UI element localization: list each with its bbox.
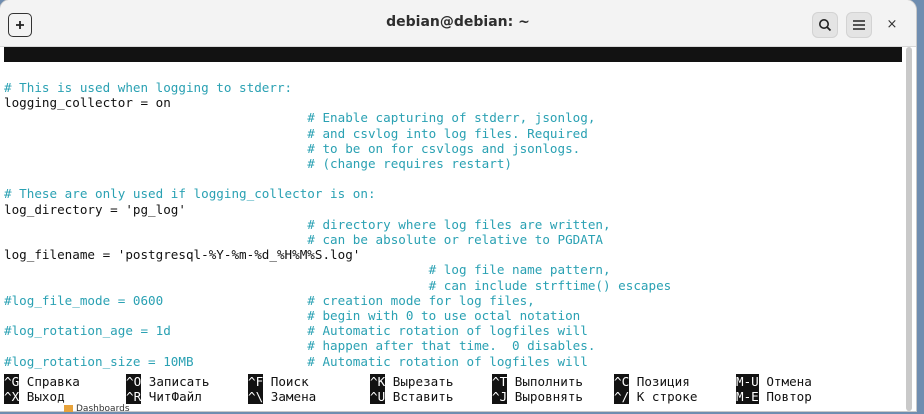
- window-title: debian@debian: ~: [386, 14, 530, 30]
- shortcut-key: ^/: [614, 389, 630, 404]
- background-window-item: Dashboards: [64, 404, 130, 414]
- shortcut-item: ^C Позиция: [614, 374, 690, 389]
- shortcut-key: M-E: [736, 389, 759, 404]
- editor-line[interactable]: #log_rotation_age = 1d # Automatic rotat…: [4, 323, 588, 338]
- shortcut-label: Справка: [19, 374, 80, 389]
- comment-text: # begin with 0 to use octal notation: [307, 308, 581, 323]
- comment-text: # directory where log files are written,: [307, 216, 611, 232]
- shortcut-item: M-E Повтор: [736, 389, 812, 404]
- shortcut-key: ^R: [126, 389, 142, 404]
- comment-text: #log_rotation_size = 10MB # Automatic ro…: [4, 353, 588, 369]
- shortcut-item: ^K Вырезать: [370, 374, 454, 389]
- search-button[interactable]: [812, 12, 838, 38]
- shortcut-key: ^X: [4, 389, 20, 404]
- editor-line[interactable]: # to be on for csvlogs and jsonlogs.: [4, 141, 580, 156]
- shortcut-label: Замена: [263, 389, 317, 404]
- comment-text: # happen after that time. 0 disables.: [307, 338, 596, 354]
- editor-line[interactable]: # begin with 0 to use octal notation: [4, 308, 580, 323]
- shortcut-label: Выровнять: [507, 389, 583, 404]
- shortcut-key: ^F: [248, 374, 264, 389]
- comment-text: # Enable capturing of stderr, jsonlog,: [307, 110, 596, 126]
- editor-line[interactable]: log_filename = 'postgresql-%Y-%m-%d_%H%M…: [4, 247, 360, 262]
- comment-text: # to be on for csvlogs and jsonlogs.: [307, 140, 581, 156]
- comment-text: # These are only used if logging_collect…: [4, 186, 376, 202]
- editor-line[interactable]: # (change requires restart): [4, 156, 512, 171]
- shortcut-label: Позиция: [629, 374, 690, 389]
- shortcut-label: Поиск: [263, 374, 309, 389]
- shortcut-item: ^/ К строке: [614, 389, 698, 404]
- comment-text: # can be absolute or relative to PGDATA: [307, 232, 603, 247]
- editor-line[interactable]: # happen after that time. 0 disables.: [4, 338, 595, 353]
- editor-line[interactable]: #log_file_mode = 0600 # creation mode fo…: [4, 293, 535, 308]
- terminal-area[interactable]: GNU nano 8.3 /etc/postgresql/17/main/pos…: [0, 47, 916, 411]
- comment-text: #log_file_mode = 0600 # creation mode fo…: [4, 292, 535, 308]
- editor-line[interactable]: # can include strftime() escapes: [4, 277, 672, 293]
- shortcut-key: M-U: [736, 374, 759, 389]
- shortcut-label: Выполнить: [507, 374, 583, 389]
- shortcut-key: ^C: [614, 374, 630, 389]
- shortcut-item: ^O Записать: [126, 374, 210, 389]
- shortcut-item: ^J Выровнять: [492, 389, 583, 404]
- comment-text: # can include strftime() escapes: [428, 277, 672, 293]
- shortcut-label: Записать: [141, 374, 210, 389]
- nano-version: GNU nano 8.3: [16, 62, 107, 77]
- shortcut-key: ^K: [370, 374, 386, 389]
- shortcut-key: ^G: [4, 374, 20, 389]
- scrollbar-thumb[interactable]: [906, 47, 912, 411]
- editor-line[interactable]: # Enable capturing of stderr, jsonlog,: [4, 110, 595, 125]
- shortcut-key: ^J: [492, 389, 508, 404]
- shortcut-item: ^\ Замена: [248, 389, 317, 404]
- comment-text: #log_rotation_age = 1d # Automatic rotat…: [4, 323, 588, 339]
- nano-filename: /etc/postgresql/17/main/postgresql.conf: [331, 77, 627, 92]
- shortcut-label: Вырезать: [385, 374, 454, 389]
- shortcut-item: ^G Справка: [4, 374, 80, 389]
- close-button[interactable]: ×: [880, 12, 904, 36]
- comment-text: # (change requires restart): [307, 156, 513, 171]
- shortcut-label: ЧитФайл: [141, 389, 202, 404]
- shortcut-key: ^U: [370, 389, 386, 404]
- editor-line[interactable]: logging_collector = on: [4, 95, 171, 110]
- shortcut-item: ^T Выполнить: [492, 374, 583, 389]
- comment-text: # This is used when logging to stderr:: [4, 80, 293, 95]
- nano-header-bar: GNU nano 8.3 /etc/postgresql/17/main/pos…: [4, 47, 902, 92]
- terminal-window: debian@debian: ~ × GNU nano 8.3 /etc/pos…: [0, 0, 916, 411]
- editor-line[interactable]: # This is used when logging to stderr:: [4, 80, 292, 95]
- editor-line[interactable]: # and csvlog into log files. Required: [4, 126, 588, 141]
- shortcut-item: ^F Поиск: [248, 374, 309, 389]
- shortcut-label: Повтор: [758, 389, 812, 404]
- shortcut-key: ^O: [126, 374, 142, 389]
- editor-line[interactable]: # can be absolute or relative to PGDATA: [4, 232, 603, 247]
- editor-line[interactable]: # directory where log files are written,: [4, 216, 611, 232]
- shortcut-key: ^\: [248, 389, 264, 404]
- shortcut-item: ^X Выход: [4, 389, 65, 404]
- close-icon: ×: [886, 16, 898, 32]
- shortcut-label: Выход: [19, 389, 65, 404]
- editor-line[interactable]: log_directory = 'pg_log': [4, 202, 186, 217]
- shortcut-key: ^T: [492, 374, 508, 389]
- shortcut-item: ^R ЧитФайл: [126, 389, 202, 404]
- hamburger-menu-icon: [853, 20, 865, 30]
- title-bar[interactable]: debian@debian: ~ ×: [0, 0, 916, 47]
- comment-text: # and csvlog into log files. Required: [307, 125, 588, 141]
- shortcut-label: К строке: [629, 389, 698, 404]
- shortcut-item: ^U Вставить: [370, 389, 454, 404]
- search-icon: [819, 19, 832, 32]
- background-item-label: Dashboards: [76, 404, 130, 414]
- shortcut-label: Вставить: [385, 389, 454, 404]
- editor-line[interactable]: # These are only used if logging_collect…: [4, 186, 376, 201]
- editor-line[interactable]: # log file name pattern,: [4, 262, 611, 277]
- shortcut-label: Отмена: [758, 374, 812, 389]
- comment-text: # log file name pattern,: [428, 262, 611, 278]
- menu-button[interactable]: [846, 12, 872, 38]
- shortcut-item: M-U Отмена: [736, 374, 812, 389]
- editor-line[interactable]: #log_rotation_size = 10MB # Automatic ro…: [4, 354, 588, 369]
